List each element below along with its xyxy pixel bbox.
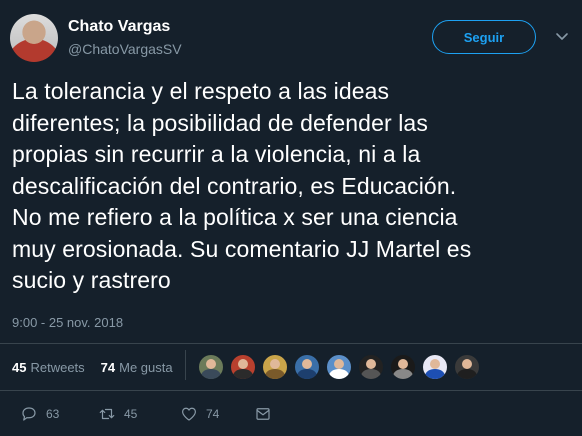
follow-button[interactable]: Seguir [432, 20, 536, 54]
avatar-body [297, 369, 317, 379]
avatar-body [329, 369, 349, 379]
liker-avatar[interactable] [454, 354, 480, 380]
tweet-text: La tolerancia y el respeto a las ideas d… [12, 78, 472, 293]
avatar-face [430, 359, 440, 369]
avatar-body [201, 369, 221, 379]
avatar-body [233, 369, 253, 379]
liker-avatar[interactable] [326, 354, 352, 380]
likes-label: Me gusta [119, 359, 173, 375]
retweet-button[interactable]: 45 [98, 405, 158, 423]
avatar-face [238, 359, 248, 369]
liker-avatar[interactable] [230, 354, 256, 380]
like-button[interactable]: 74 [180, 405, 240, 423]
tweet-timestamp[interactable]: 9:00 - 25 nov. 2018 [12, 315, 123, 330]
avatar-face [334, 359, 344, 369]
heart-icon [182, 407, 196, 421]
avatar-face [206, 359, 216, 369]
avatar-face [270, 359, 280, 369]
retweets-count: 45 [12, 359, 27, 375]
divider [0, 390, 582, 391]
liker-avatar[interactable] [262, 354, 288, 380]
retweets-label: Retweets [30, 359, 85, 375]
avatar-face [366, 359, 376, 369]
engagement-stats: 45 Retweets 74 Me gusta [12, 352, 189, 382]
avatar-face [302, 359, 312, 369]
envelope-icon [256, 408, 270, 420]
retweet-count: 45 [124, 407, 138, 421]
liker-avatar[interactable] [422, 354, 448, 380]
retweet-icon [99, 408, 115, 420]
likers-avatars [198, 354, 486, 380]
avatar-face [462, 359, 472, 369]
reply-icon [22, 407, 36, 421]
message-button[interactable] [254, 405, 280, 423]
liker-avatar[interactable] [358, 354, 384, 380]
reply-button[interactable]: 63 [20, 405, 80, 423]
user-avatar[interactable] [10, 14, 58, 62]
retweets-stat[interactable]: 45 Retweets [12, 360, 85, 375]
avatar-face [398, 359, 408, 369]
user-handle[interactable]: @ChatoVargasSV [68, 41, 182, 57]
user-name[interactable]: Chato Vargas [68, 18, 170, 36]
chevron-down-icon[interactable] [554, 28, 570, 44]
avatar-body [457, 369, 477, 379]
likes-count: 74 [100, 359, 116, 375]
avatar-body [425, 369, 445, 379]
liker-avatar[interactable] [294, 354, 320, 380]
like-count: 74 [206, 407, 220, 421]
avatar-body [361, 369, 381, 379]
liker-avatar[interactable] [390, 354, 416, 380]
likes-stat[interactable]: 74 Me gusta [101, 360, 173, 375]
liker-avatar[interactable] [198, 354, 224, 380]
divider [0, 343, 582, 344]
avatar-body [265, 369, 285, 379]
avatar-body [393, 369, 413, 379]
stats-separator [185, 350, 186, 380]
tweet-actions: 63 45 74 [12, 402, 280, 426]
reply-count: 63 [46, 407, 60, 421]
tweet-header: Chato Vargas @ChatoVargasSV Seguir [10, 12, 572, 62]
